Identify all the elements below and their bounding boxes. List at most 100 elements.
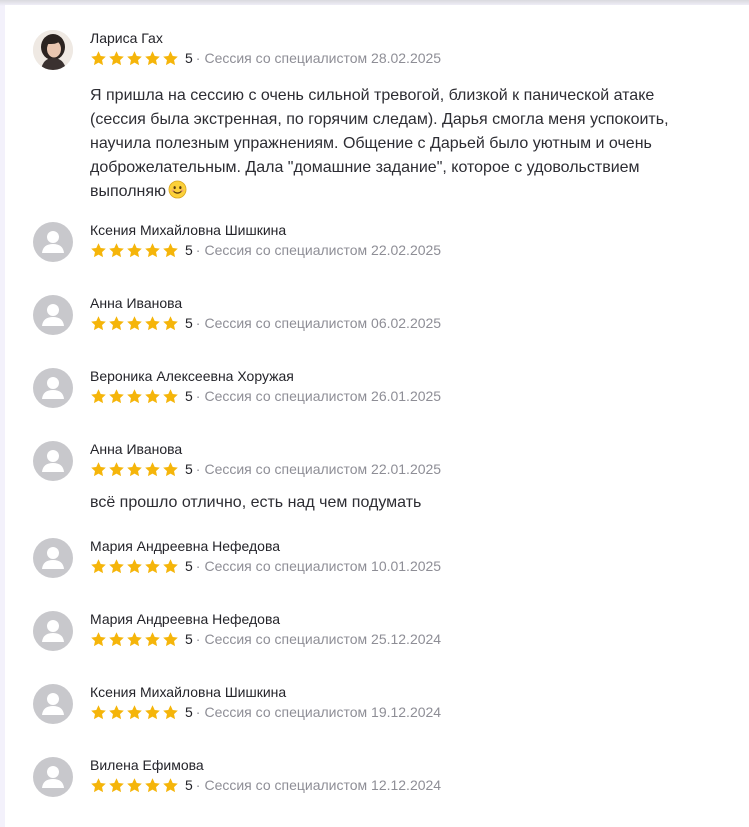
session-date: Сессия со специалистом 19.12.2024 xyxy=(204,704,442,720)
star-icon xyxy=(91,461,106,476)
star-rating xyxy=(90,315,179,332)
star-icon xyxy=(163,315,178,330)
star-icon xyxy=(127,242,142,257)
star-icon xyxy=(145,777,160,792)
star-icon xyxy=(145,242,160,257)
photo-avatar xyxy=(33,30,73,70)
session-date: Сессия со специалистом 26.01.2025 xyxy=(204,388,442,404)
user-silhouette-icon xyxy=(33,368,73,408)
star-icon xyxy=(145,631,160,646)
review-item: Вероника Алексеевна Хоружая 5 · Сессия с… xyxy=(29,368,729,408)
user-silhouette-icon xyxy=(33,441,73,481)
review-meta: 5 · Сессия со специалистом 28.02.2025 xyxy=(90,49,441,67)
rating-value: 5 xyxy=(185,558,193,574)
star-icon xyxy=(109,777,124,792)
rating-value: 5 xyxy=(185,315,193,331)
star-icon xyxy=(109,388,124,403)
review-meta: 5 · Сессия со специалистом 12.12.2024 xyxy=(90,776,441,794)
rating-value: 5 xyxy=(185,461,193,477)
star-icon xyxy=(109,704,124,719)
star-icon xyxy=(163,461,178,476)
reviewer-name: Мария Андреевна Нефедова xyxy=(90,538,281,554)
user-silhouette-icon xyxy=(33,611,73,651)
separator-dot: · xyxy=(195,315,201,331)
star-rating xyxy=(90,777,179,794)
star-icon xyxy=(163,558,178,573)
star-icon xyxy=(109,50,124,65)
star-icon xyxy=(109,242,124,257)
star-icon xyxy=(163,50,178,65)
star-icon xyxy=(127,50,142,65)
rating-value: 5 xyxy=(185,388,193,404)
rating-value: 5 xyxy=(185,777,193,793)
star-rating xyxy=(90,242,179,259)
star-rating xyxy=(90,388,179,405)
separator-dot: · xyxy=(195,50,201,66)
user-silhouette-icon xyxy=(33,295,73,335)
separator-dot: · xyxy=(195,777,201,793)
star-icon xyxy=(91,315,106,330)
separator-dot: · xyxy=(195,388,201,404)
review-text-line: (сессия была экстренная, по горячим след… xyxy=(90,111,669,128)
review-text: Я пришла на сессию с очень сильной трево… xyxy=(90,84,730,204)
star-rating xyxy=(90,558,179,575)
star-icon xyxy=(127,558,142,573)
star-icon xyxy=(127,777,142,792)
star-icon xyxy=(91,50,106,65)
rating-value: 5 xyxy=(185,704,193,720)
star-icon xyxy=(127,315,142,330)
star-icon xyxy=(163,631,178,646)
star-icon xyxy=(145,315,160,330)
session-date: Сессия со специалистом 22.02.2025 xyxy=(204,242,442,258)
review-item: Ксения Михайловна Шишкина 5 · Сессия со … xyxy=(29,222,729,262)
star-icon xyxy=(145,704,160,719)
rating-value: 5 xyxy=(185,631,193,647)
star-icon xyxy=(127,461,142,476)
user-silhouette-icon xyxy=(33,222,73,262)
reviewer-name: Лариса Гах xyxy=(90,30,163,46)
separator-dot: · xyxy=(195,242,201,258)
star-icon xyxy=(91,777,106,792)
session-date: Сессия со специалистом 12.12.2024 xyxy=(204,777,442,793)
star-icon xyxy=(163,704,178,719)
separator-dot: · xyxy=(195,461,201,477)
reviewer-name: Ксения Михайловна Шишкина xyxy=(90,222,287,238)
star-rating xyxy=(90,461,179,478)
star-icon xyxy=(91,631,106,646)
review-meta: 5 · Сессия со специалистом 26.01.2025 xyxy=(90,387,441,405)
review-item: Анна Иванова 5 · Сессия со специалистом … xyxy=(29,441,729,521)
session-date: Сессия со специалистом 22.01.2025 xyxy=(204,461,442,477)
rating-value: 5 xyxy=(185,242,193,258)
star-icon xyxy=(91,388,106,403)
review-text: всё прошло отлично, есть над чем подумат… xyxy=(90,494,422,511)
reviewer-name: Мария Андреевна Нефедова xyxy=(90,611,281,627)
separator-dot: · xyxy=(195,631,201,647)
user-silhouette-icon xyxy=(33,757,73,797)
review-meta: 5 · Сессия со специалистом 22.02.2025 xyxy=(90,241,441,259)
star-icon xyxy=(109,631,124,646)
star-icon xyxy=(109,558,124,573)
separator-dot: · xyxy=(195,558,201,574)
star-icon xyxy=(127,704,142,719)
review-text-line: научила полезным упражнениям. Общение с … xyxy=(90,135,652,152)
review-item: Мария Андреевна Нефедова 5 · Сессия со с… xyxy=(29,611,729,651)
star-icon xyxy=(163,388,178,403)
user-silhouette-icon xyxy=(33,684,73,724)
user-silhouette-icon xyxy=(33,538,73,578)
review-item: Анна Иванова 5 · Сессия со специалистом … xyxy=(29,295,729,335)
star-icon xyxy=(91,242,106,257)
star-icon xyxy=(163,777,178,792)
reviewer-name: Анна Иванова xyxy=(90,441,183,457)
review-text-line: выполняю xyxy=(90,180,730,204)
star-icon xyxy=(127,388,142,403)
star-rating xyxy=(90,631,179,648)
star-icon xyxy=(109,461,124,476)
session-date: Сессия со специалистом 10.01.2025 xyxy=(204,558,442,574)
review-meta: 5 · Сессия со специалистом 06.02.2025 xyxy=(90,314,441,332)
star-icon xyxy=(163,242,178,257)
star-rating xyxy=(90,704,179,721)
reviewer-name: Анна Иванова xyxy=(90,295,183,311)
review-item: Вилена Ефимова 5 · Сессия со специалисто… xyxy=(29,757,729,797)
reviewer-name: Вероника Алексеевна Хоружая xyxy=(90,368,294,384)
reviewer-name: Ксения Михайловна Шишкина xyxy=(90,684,287,700)
